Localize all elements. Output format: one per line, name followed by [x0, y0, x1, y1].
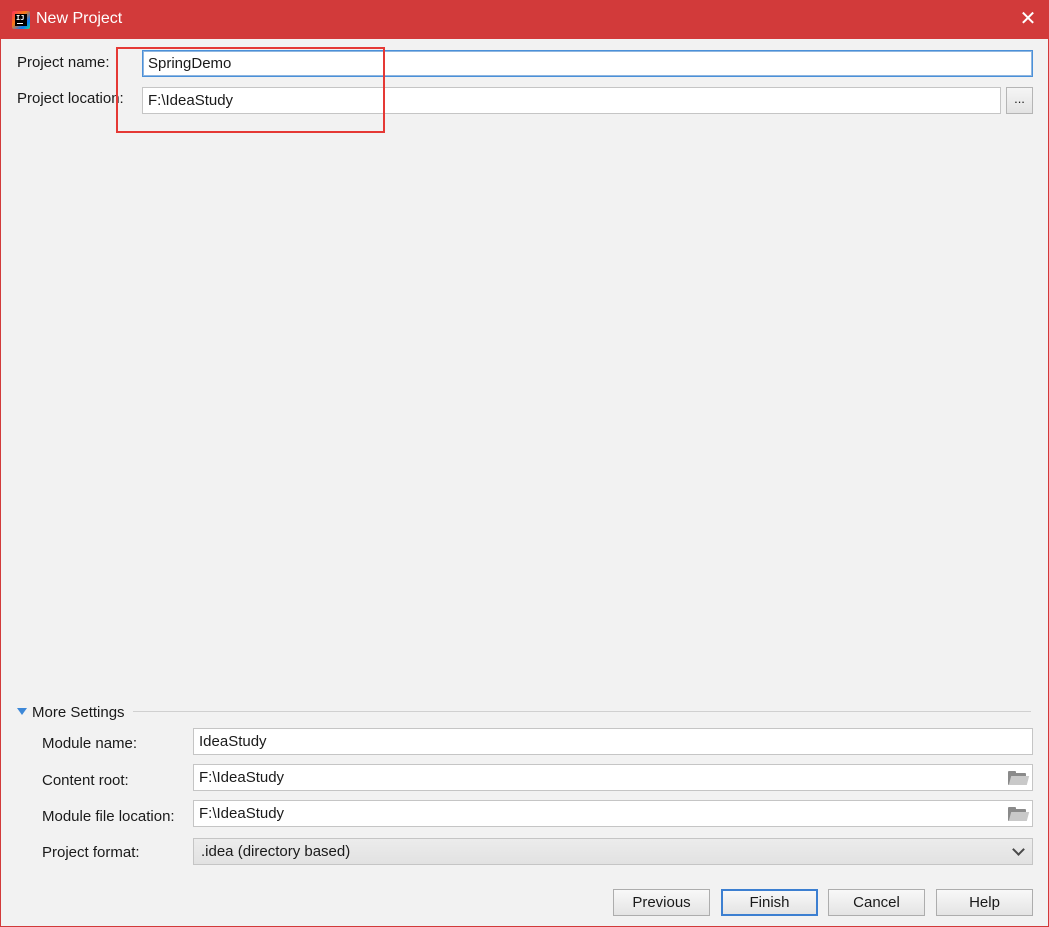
content-root-label: Content root: — [42, 772, 129, 789]
browse-location-button[interactable]: ... — [1006, 87, 1033, 114]
project-format-label: Project format: — [42, 844, 140, 861]
module-file-location-label: Module file location: — [42, 808, 175, 825]
finish-button[interactable]: Finish — [721, 889, 818, 916]
project-location-label: Project location: — [17, 90, 124, 107]
cancel-button[interactable]: Cancel — [828, 889, 925, 916]
more-settings-toggle[interactable]: More Settings — [17, 704, 125, 721]
new-project-dialog: IJ New Project ✕ Project name: SpringDem… — [0, 0, 1049, 927]
previous-button[interactable]: Previous — [613, 889, 710, 916]
module-file-location-input[interactable]: F:\IdeaStudy — [193, 800, 1033, 827]
help-button[interactable]: Help — [936, 889, 1033, 916]
more-settings-label: More Settings — [32, 704, 125, 721]
triangle-down-icon — [17, 707, 27, 715]
intellij-idea-icon: IJ — [12, 11, 30, 29]
module-name-input[interactable]: IdeaStudy — [193, 728, 1033, 755]
module-name-label: Module name: — [42, 735, 138, 752]
project-format-value: .idea (directory based) — [201, 843, 351, 860]
dialog-title: New Project — [36, 10, 123, 27]
project-name-label: Project name: — [17, 54, 110, 71]
folder-icon[interactable] — [1008, 807, 1030, 821]
content-root-input[interactable]: F:\IdeaStudy — [193, 764, 1033, 791]
project-format-select[interactable]: .idea (directory based) — [193, 838, 1033, 865]
chevron-down-icon — [1011, 844, 1025, 858]
close-icon[interactable]: ✕ — [1018, 9, 1038, 29]
title-bar: IJ New Project ✕ — [1, 1, 1048, 39]
highlight-annotation-box — [116, 47, 385, 133]
more-settings-divider — [133, 711, 1031, 712]
folder-icon[interactable] — [1008, 771, 1030, 785]
